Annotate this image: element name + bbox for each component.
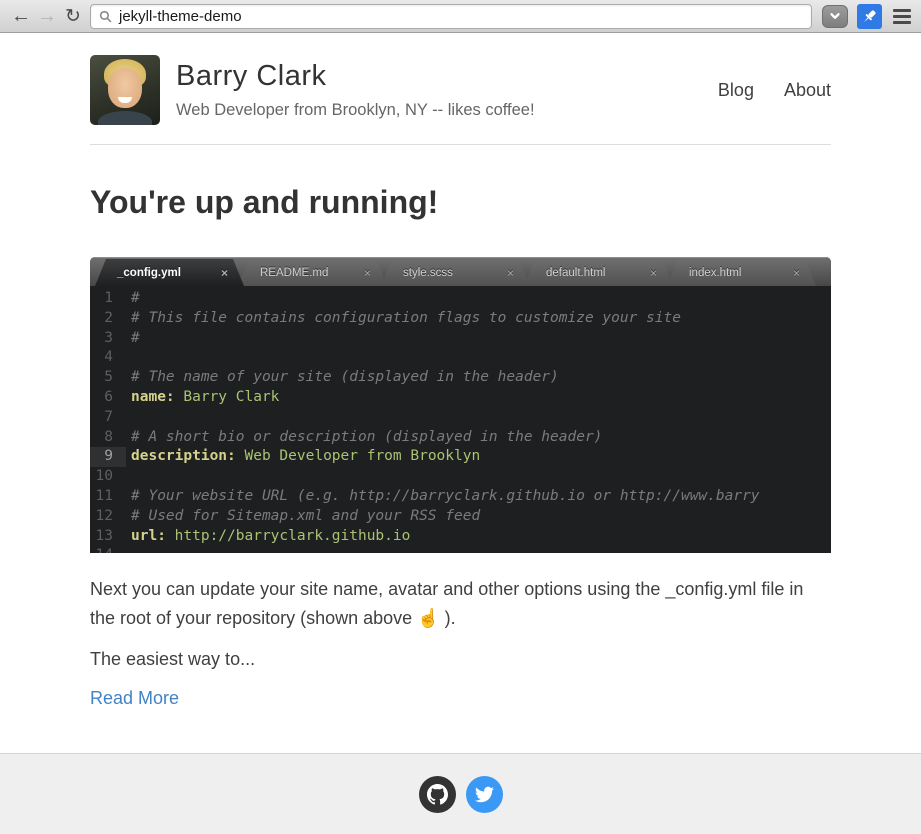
code-line: 11# Your website URL (e.g. http://barryc… [90, 487, 831, 507]
code-line: 4 [90, 348, 831, 368]
post-body: Next you can update your site name, avat… [90, 575, 831, 709]
site-header: Barry Clark Web Developer from Brooklyn,… [90, 55, 831, 145]
address-bar[interactable]: jekyll-theme-demo [90, 4, 812, 29]
github-icon[interactable] [419, 776, 456, 813]
code-line: 9description: Web Developer from Brookly… [90, 447, 831, 467]
paragraph-config: Next you can update your site name, avat… [90, 575, 831, 633]
tab-close-icon[interactable]: × [507, 267, 514, 279]
editor-tab[interactable]: style.scss × [381, 259, 530, 286]
pin-extension-button[interactable] [857, 4, 882, 29]
code-line: 13url: http://barryclark.github.io [90, 527, 831, 547]
tab-label: style.scss [403, 267, 453, 279]
twitter-icon[interactable] [466, 776, 503, 813]
back-button[interactable]: ← [8, 3, 34, 29]
code-lines: 1#2# This file contains configuration fl… [90, 286, 831, 553]
forward-button[interactable]: → [34, 3, 60, 29]
site-description: Web Developer from Brooklyn, NY -- likes… [176, 101, 535, 120]
editor-tab[interactable]: default.html × [524, 259, 673, 286]
editor-tab[interactable]: index.html × [667, 259, 816, 286]
tab-label: index.html [689, 267, 741, 279]
code-line: 5# The name of your site (displayed in t… [90, 368, 831, 388]
code-line: 3# [90, 329, 831, 349]
code-line: 7 [90, 408, 831, 428]
url-text: jekyll-theme-demo [119, 8, 242, 25]
pocket-extension-button[interactable] [822, 5, 848, 28]
menu-icon[interactable] [891, 6, 913, 27]
tab-close-icon[interactable]: × [650, 267, 657, 279]
page-content: Barry Clark Web Developer from Brooklyn,… [90, 33, 831, 709]
site-footer [0, 753, 921, 834]
tab-label: default.html [546, 267, 605, 279]
browser-toolbar: ← → ↻ jekyll-theme-demo [0, 0, 921, 33]
code-editor-image: _config.yml×README.md×style.scss×default… [90, 257, 831, 553]
point-up-emoji: ☝ [417, 608, 439, 628]
avatar[interactable] [90, 55, 160, 125]
tab-close-icon[interactable]: × [793, 267, 800, 279]
code-line: 2# This file contains configuration flag… [90, 309, 831, 329]
tab-close-icon[interactable]: × [221, 267, 228, 279]
site-name[interactable]: Barry Clark [176, 60, 535, 93]
code-line: 12# Used for Sitemap.xml and your RSS fe… [90, 507, 831, 527]
tab-close-icon[interactable]: × [364, 267, 371, 279]
editor-tab[interactable]: README.md × [238, 259, 387, 286]
code-line: 6name: Barry Clark [90, 388, 831, 408]
editor-tab[interactable]: _config.yml × [95, 259, 244, 286]
chevron-down-icon [828, 9, 842, 23]
reload-button[interactable]: ↻ [60, 5, 86, 28]
tab-label: _config.yml [117, 267, 181, 279]
code-line: 14 [90, 546, 831, 553]
post-title: You're up and running! [90, 183, 831, 221]
tab-label: README.md [260, 267, 328, 279]
read-more-link[interactable]: Read More [90, 688, 179, 709]
site-nav: Blog About [718, 80, 831, 101]
code-line: 8# A short bio or description (displayed… [90, 428, 831, 448]
search-icon [99, 10, 112, 23]
pushpin-icon [860, 7, 879, 26]
code-line: 10 [90, 467, 831, 487]
nav-link-blog[interactable]: Blog [718, 80, 754, 101]
nav-link-about[interactable]: About [784, 80, 831, 101]
editor-tabs: _config.yml×README.md×style.scss×default… [90, 257, 831, 286]
browser-window: ← → ↻ jekyll-theme-demo [0, 0, 921, 834]
code-line: 1# [90, 289, 831, 309]
paragraph-easiest: The easiest way to... [90, 645, 831, 674]
